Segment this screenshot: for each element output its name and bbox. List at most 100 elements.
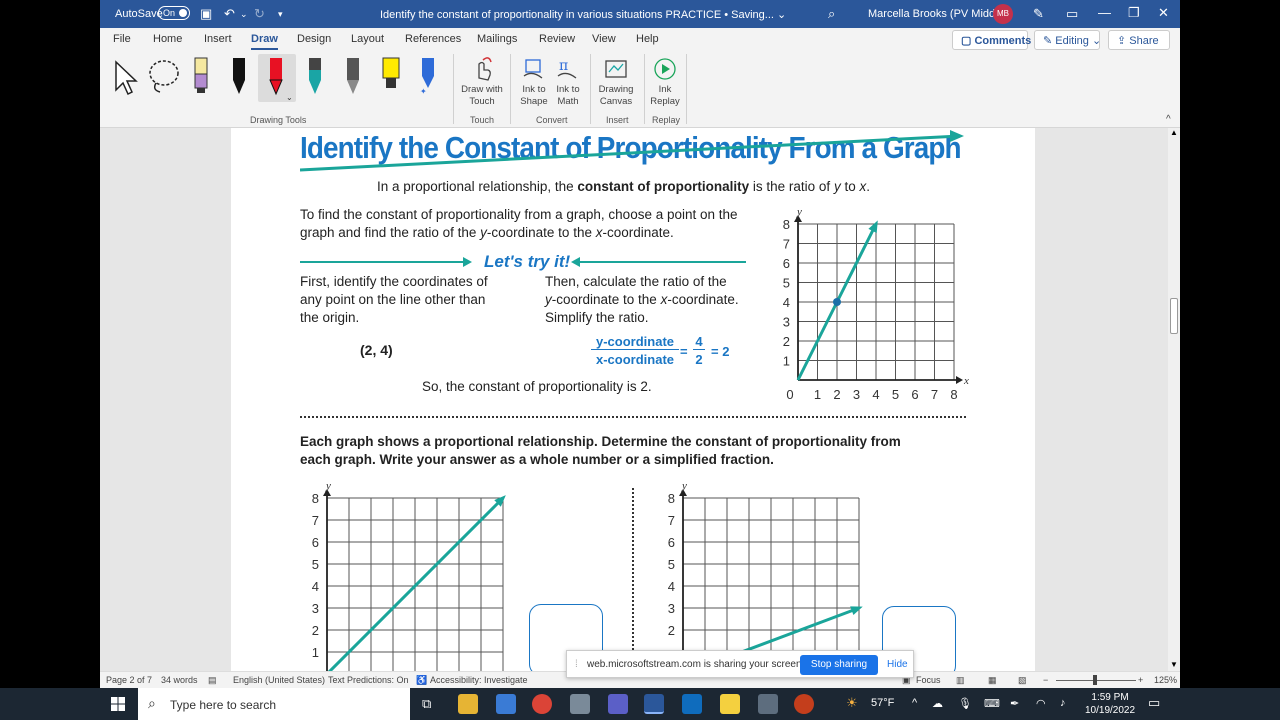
print-layout-icon[interactable]: ▦ (988, 675, 997, 686)
language[interactable]: English (United States) (233, 675, 325, 685)
document-title[interactable]: Identify the constant of proportionality… (380, 8, 786, 21)
undo-icon[interactable]: ↶ (224, 6, 235, 22)
share-button[interactable]: ⇪ Share (1108, 30, 1170, 50)
pen-menu-icon[interactable]: ✒ (1010, 697, 1019, 710)
microphone-icon[interactable]: 🎙 (958, 697, 972, 710)
powerpoint-icon[interactable] (794, 694, 814, 714)
taskbar-clock[interactable]: 1:59 PM 10/19/2022 (1085, 691, 1135, 717)
comments-button[interactable]: ▢ Comments (952, 30, 1031, 50)
document-page[interactable]: Identify the Constant of Proportionality… (231, 128, 1035, 671)
wifi-icon[interactable]: ◠ (1036, 697, 1046, 710)
scroll-down-icon[interactable]: ▼ (1170, 660, 1178, 669)
tab-view[interactable]: View (592, 33, 616, 45)
x-tick-label: 8 (950, 387, 957, 402)
scroll-thumb[interactable] (1170, 298, 1178, 334)
drawing-canvas-button[interactable]: Drawing Canvas (594, 56, 638, 108)
y-tick-label: 8 (783, 217, 790, 232)
pen-teal[interactable] (306, 56, 324, 99)
ink-to-shape-icon (523, 59, 543, 79)
hide-button[interactable]: Hide (887, 659, 908, 670)
pen-icon (309, 58, 321, 94)
autosave-toggle[interactable]: On (158, 6, 190, 20)
select-tool[interactable] (112, 56, 138, 99)
app-icon[interactable] (570, 694, 590, 714)
tab-references[interactable]: References (405, 33, 461, 45)
zoom-out-icon[interactable]: − (1043, 675, 1048, 685)
tab-file[interactable]: File (113, 33, 131, 45)
windows-start-icon[interactable] (111, 697, 125, 711)
onedrive-icon[interactable]: ☁ (932, 697, 943, 710)
tab-review[interactable]: Review (539, 33, 575, 45)
pencil-gray[interactable] (344, 56, 362, 99)
text-predictions[interactable]: Text Predictions: On (328, 675, 409, 685)
pen-red-selected[interactable]: ⌄ (258, 54, 296, 102)
user-name[interactable]: Marcella Brooks (PV Middle) (868, 8, 1007, 20)
save-icon[interactable]: ▣ (200, 6, 212, 22)
tab-layout[interactable]: Layout (351, 33, 384, 45)
highlighter-yellow[interactable] (380, 56, 402, 99)
minimize-icon[interactable]: — (1098, 5, 1111, 20)
chrome-icon[interactable] (532, 694, 552, 714)
pen-icon[interactable]: ✎ (1033, 6, 1044, 22)
focus-mode[interactable]: Focus (916, 675, 941, 685)
accessibility-icon[interactable]: ♿ (416, 675, 427, 686)
ink-to-shape-button[interactable]: Ink to Shape (516, 56, 552, 108)
comment-icon: ▢ (961, 35, 975, 47)
page-count[interactable]: Page 2 of 7 (106, 675, 152, 685)
vertical-scrollbar[interactable]: ▲ ▼ (1168, 128, 1180, 671)
teams-icon[interactable] (608, 694, 628, 714)
file-explorer-icon[interactable] (458, 694, 478, 714)
tab-mailings[interactable]: Mailings (477, 33, 517, 45)
outlook-icon[interactable] (682, 694, 702, 714)
tab-draw[interactable]: Draw (251, 33, 278, 50)
tab-home[interactable]: Home (153, 33, 182, 45)
show-hidden-icons-icon[interactable]: ^ (912, 697, 917, 709)
editing-mode-button[interactable]: ✎ Editing ⌄ (1034, 30, 1101, 50)
stop-sharing-button[interactable]: Stop sharing (800, 655, 878, 675)
instructions-line-1: Each graph shows a proportional relation… (300, 434, 901, 449)
ink-replay-button[interactable]: Ink Replay (648, 56, 682, 108)
tab-insert[interactable]: Insert (204, 33, 232, 45)
weather-temp[interactable]: 57°F (871, 697, 894, 709)
task-view-icon[interactable]: ⧉ (422, 696, 431, 712)
pen-black[interactable] (230, 56, 248, 99)
zoom-level[interactable]: 125% (1154, 675, 1177, 685)
pen-highlighter-purple[interactable] (192, 56, 210, 99)
read-mode-icon[interactable]: ▥ (956, 675, 965, 686)
then-y: y (545, 292, 552, 307)
touch-keyboard-icon[interactable]: ⌨ (984, 697, 1000, 710)
weather-icon[interactable]: ☀ (846, 695, 858, 711)
notifications-icon[interactable]: ▭ (1148, 695, 1160, 711)
scroll-up-icon[interactable]: ▲ (1170, 128, 1178, 137)
web-layout-icon[interactable]: ▧ (1018, 675, 1027, 686)
ribbon-display-icon[interactable]: ▭ (1066, 6, 1078, 22)
zoom-slider-thumb[interactable] (1093, 675, 1097, 685)
ink-to-math-button[interactable]: π Ink to Math (552, 56, 584, 108)
tab-help[interactable]: Help (636, 33, 659, 45)
collapse-ribbon-icon[interactable]: ^ (1166, 114, 1171, 125)
avatar[interactable]: MB (993, 4, 1013, 24)
accessibility-status[interactable]: Accessibility: Investigate (430, 675, 528, 685)
tab-design[interactable]: Design (297, 33, 331, 45)
taskbar-search-box[interactable]: ⌕ Type here to search (138, 688, 410, 720)
redo-icon[interactable]: ↻ (254, 6, 265, 22)
sticky-notes-icon[interactable] (720, 694, 740, 714)
calculator-icon[interactable] (758, 694, 778, 714)
word-count[interactable]: 34 words (161, 675, 198, 685)
restore-icon[interactable]: ❐ (1128, 5, 1140, 21)
drag-handle-icon[interactable]: ⁞ (575, 659, 578, 670)
customize-qat-icon[interactable]: ▾ (278, 9, 283, 20)
zoom-in-icon[interactable]: + (1138, 675, 1143, 685)
proofing-icon[interactable]: ▤ (208, 675, 217, 686)
volume-icon[interactable]: ♪ (1060, 697, 1066, 709)
search-icon[interactable]: ⌕ (828, 6, 835, 22)
draw-with-touch-button[interactable]: Draw with Touch (458, 56, 506, 108)
microsoft-store-icon[interactable] (496, 694, 516, 714)
word-icon[interactable] (644, 694, 664, 714)
close-icon[interactable]: ✕ (1158, 5, 1169, 21)
pen-blue-sparkle[interactable]: ✦ (418, 56, 440, 99)
drawing-canvas-label-1: Drawing (598, 84, 634, 95)
undo-dropdown-icon[interactable]: ⌄ (240, 9, 248, 20)
lasso-select-tool[interactable] (146, 56, 182, 99)
galaxy-pen-icon: ✦ (420, 58, 434, 96)
